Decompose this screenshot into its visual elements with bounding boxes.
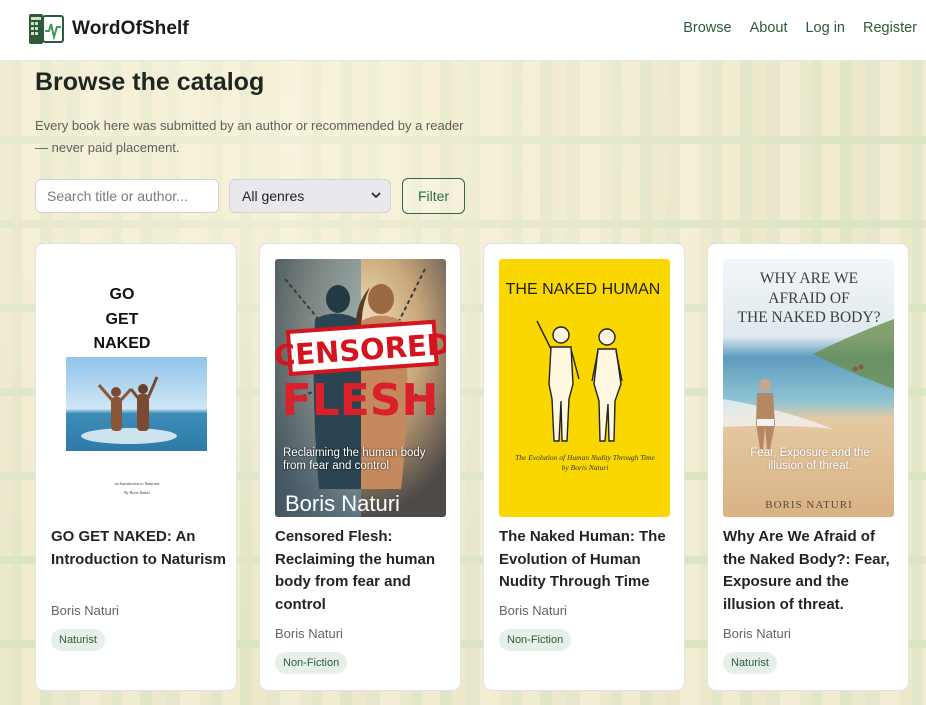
cover-tagline: an Introduction to Naturism	[115, 481, 160, 486]
search-input[interactable]	[35, 179, 219, 213]
chevron-down-icon	[371, 192, 381, 199]
book-cover-image[interactable]: THE NAKED HUMAN The Evolution of Human N…	[499, 259, 670, 517]
cover-title-line: AFRAID OF	[768, 290, 850, 307]
page-subtitle: Every book here was submitted by an auth…	[35, 118, 464, 155]
genre-badge: Non-Fiction	[275, 652, 348, 674]
cover-subtitle: Fear, Exposure and the illusion of threa…	[750, 447, 870, 472]
brand-name: WordOfShelf	[72, 18, 189, 39]
nav-register-link[interactable]: Register	[863, 20, 917, 36]
cover-title: THE NAKED HUMAN	[506, 281, 661, 298]
nav-login-link[interactable]: Log in	[805, 20, 845, 36]
main-nav: Browse About Log in Register	[665, 20, 917, 36]
book-author: Boris Naturi	[723, 626, 791, 641]
book-card[interactable]: CENSORED FLESH Reclaiming the human body…	[259, 243, 461, 691]
nav-about-link[interactable]: About	[750, 20, 788, 36]
genre-select[interactable]: All genres	[229, 179, 391, 213]
cover-art: CENSORED FLESH Reclaiming the human body…	[275, 259, 446, 517]
book-card[interactable]: GO GET NAKED an Introduction to Naturism…	[35, 243, 237, 691]
genre-badge: Naturist	[723, 652, 777, 674]
cover-author: by Boris Naturi	[561, 463, 609, 472]
catalog-main: Browse the catalog Every book here was s…	[0, 60, 926, 705]
cover-author: By Boris Naturi	[124, 490, 150, 495]
genre-badge: Non-Fiction	[499, 629, 572, 651]
book-cover-image[interactable]: GO GET NAKED an Introduction to Naturism…	[51, 259, 222, 517]
book-ledger-chart-logo-icon	[29, 14, 64, 44]
cover-title-line: NAKED	[94, 335, 151, 352]
cover-title-line: GO	[110, 286, 135, 303]
cover-author: BORIS NATURI	[765, 499, 852, 511]
cover-art: WHY ARE WE AFRAID OF THE NAKED BODY? Fea…	[723, 259, 894, 517]
cover-author: Boris Naturi	[285, 491, 400, 516]
book-card[interactable]: THE NAKED HUMAN The Evolution of Human N…	[483, 243, 685, 691]
book-title[interactable]: The Naked Human: The Evolution of Human …	[499, 526, 677, 594]
book-cover-image[interactable]: CENSORED FLESH Reclaiming the human body…	[275, 259, 446, 517]
cover-subtitle: Reclaiming the human body from fear and …	[283, 447, 426, 472]
nav-browse-link[interactable]: Browse	[683, 20, 731, 36]
cover-title-line: THE NAKED BODY?	[738, 309, 881, 326]
book-title[interactable]: Why Are We Afraid of the Naked Body?: Fe…	[723, 526, 901, 616]
cover-art: GO GET NAKED an Introduction to Naturism…	[51, 259, 222, 517]
filter-button[interactable]: Filter	[402, 178, 465, 214]
cover-art: THE NAKED HUMAN The Evolution of Human N…	[499, 259, 670, 517]
cover-title-line: GET	[106, 311, 139, 328]
genre-select-value: All genres	[242, 188, 305, 204]
book-card[interactable]: WHY ARE WE AFRAID OF THE NAKED BODY? Fea…	[707, 243, 909, 691]
book-title[interactable]: Censored Flesh: Reclaiming the human bod…	[275, 526, 453, 616]
book-title[interactable]: GO GET NAKED: An Introduction to Naturis…	[51, 526, 229, 571]
genre-badge: Naturist	[51, 629, 105, 651]
book-cover-image[interactable]: WHY ARE WE AFRAID OF THE NAKED BODY? Fea…	[723, 259, 894, 517]
book-author: Boris Naturi	[499, 603, 567, 618]
cover-big-title: FLESH	[282, 375, 439, 426]
navbar: WordOfShelf Browse About Log in Register	[0, 0, 926, 61]
cover-title-line: WHY ARE WE	[760, 270, 858, 287]
book-author: Boris Naturi	[51, 603, 119, 618]
book-author: Boris Naturi	[275, 626, 343, 641]
cover-subtitle: The Evolution of Human Nudity Through Ti…	[515, 453, 655, 462]
page-title: Browse the catalog	[35, 68, 265, 96]
brand[interactable]: WordOfShelf	[28, 12, 189, 46]
